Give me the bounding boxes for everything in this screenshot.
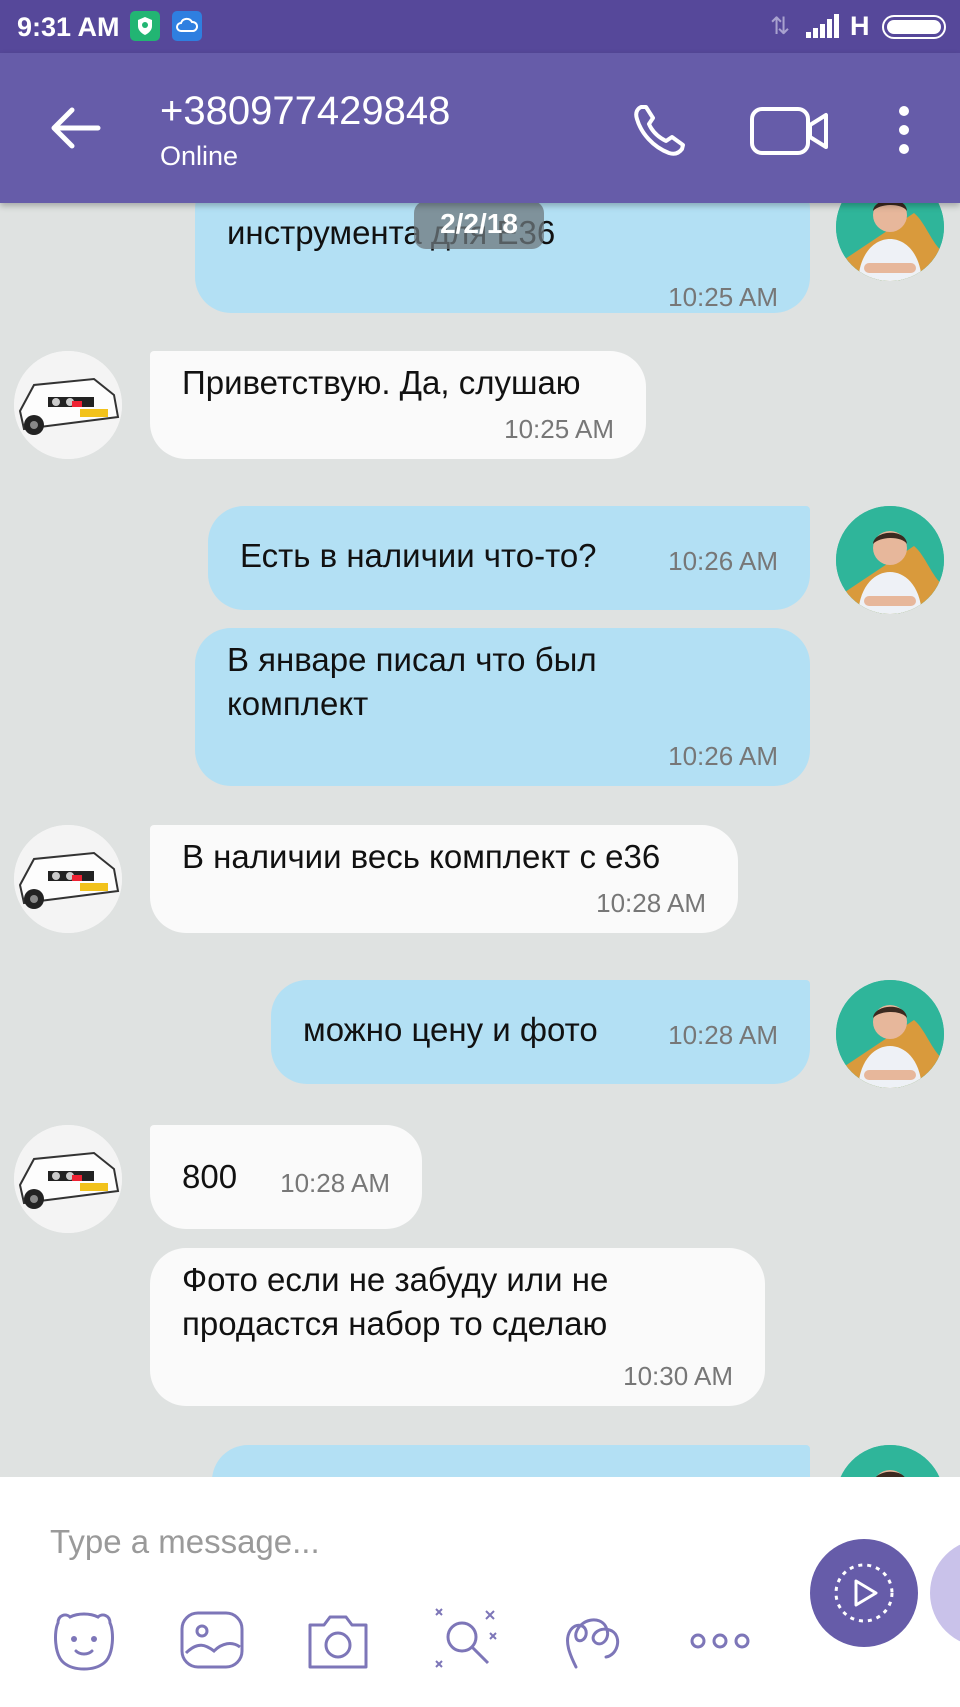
message-text: В январе писал что был комплект: [227, 641, 597, 722]
back-arrow-icon: [51, 107, 101, 149]
status-bar: 9:31 AM ⇅ H: [0, 0, 960, 53]
message-time: 10:26 AM: [668, 546, 778, 576]
camera-button[interactable]: [302, 1605, 374, 1677]
message-time: 10:28 AM: [596, 888, 706, 918]
gallery-button[interactable]: [176, 1605, 248, 1677]
gallery-icon: [180, 1611, 244, 1669]
avatar[interactable]: [14, 1125, 122, 1233]
send-button[interactable]: [810, 1539, 918, 1647]
message-bubble-incoming[interactable]: В наличии весь комплект с е36 10:28 AM: [150, 825, 738, 933]
message-bubble-outgoing[interactable]: В январе писал что был комплект 10:26 AM: [195, 628, 810, 786]
avatar[interactable]: [836, 980, 944, 1088]
user-photo-icon: [836, 203, 944, 281]
more-options-button[interactable]: [884, 95, 924, 165]
data-arrows-icon: ⇅: [770, 13, 791, 40]
doodle-icon: [435, 1608, 497, 1668]
video-call-button[interactable]: [748, 95, 830, 165]
extra-action-button[interactable]: [930, 1539, 960, 1647]
message-bubble-outgoing[interactable]: Есть в наличии что-то? 10:26 AM: [208, 506, 810, 610]
avatar[interactable]: [836, 203, 944, 281]
message-bubble-incoming[interactable]: Приветствую. Да, слушаю 10:25 AM: [150, 351, 646, 459]
sticker-icon: [54, 1612, 114, 1671]
battery-icon: [882, 15, 946, 39]
message-composer: [0, 1477, 960, 1707]
message-text: Есть в наличии что-то?: [240, 537, 597, 574]
message-text: Приветствую. Да, слушаю: [182, 364, 581, 401]
back-button[interactable]: [40, 93, 110, 163]
cloud-icon: [172, 11, 202, 41]
more-vertical-icon: [899, 106, 909, 154]
sticker-button[interactable]: [48, 1605, 120, 1677]
message-time: 10:28 AM: [280, 1168, 390, 1198]
phone-icon: [634, 105, 685, 156]
car-avatar-icon: [14, 825, 122, 933]
gif-button[interactable]: [556, 1605, 628, 1677]
gif-icon: [566, 1618, 620, 1669]
avatar[interactable]: [14, 825, 122, 933]
message-time: 10:30 AM: [623, 1361, 733, 1391]
avatar[interactable]: [14, 351, 122, 459]
car-avatar-icon: [14, 351, 122, 459]
chat-header: +380977429848 Online: [0, 53, 960, 203]
message-bubble-outgoing[interactable]: [212, 1445, 810, 1477]
contact-name[interactable]: +380977429848: [160, 89, 450, 134]
shield-icon: [130, 11, 160, 41]
message-bubble-outgoing[interactable]: можно цену и фото 10:28 AM: [271, 980, 810, 1084]
user-photo-icon: [836, 1445, 944, 1477]
message-bubble-incoming[interactable]: Фото если не забуду или не продастся наб…: [150, 1248, 765, 1406]
message-text: можно цену и фото: [303, 1011, 598, 1048]
message-bubble-incoming[interactable]: 800 10:28 AM: [150, 1125, 422, 1229]
camera-icon: [308, 1615, 368, 1669]
message-text: 800: [182, 1158, 238, 1195]
user-photo-icon: [836, 506, 944, 614]
signal-icon: [806, 14, 842, 43]
more-tools-button[interactable]: [684, 1605, 756, 1677]
video-icon: [750, 107, 828, 155]
message-time: 10:28 AM: [668, 1020, 778, 1050]
send-icon: [834, 1563, 894, 1623]
message-text: В наличии весь комплект с е36: [182, 838, 661, 875]
message-time: 10:26 AM: [668, 741, 778, 771]
doodle-button[interactable]: [430, 1605, 502, 1677]
car-avatar-icon: [14, 1125, 122, 1233]
contact-status: Online: [160, 141, 239, 171]
user-photo-icon: [836, 980, 944, 1088]
date-chip: 2/2/18: [414, 203, 544, 249]
message-time: 10:25 AM: [504, 414, 614, 444]
message-list[interactable]: инструмента для E36 10:25 AM 2/2/18 Прив…: [0, 203, 960, 1477]
more-horizontal-icon: [690, 1633, 750, 1649]
avatar[interactable]: [836, 1445, 944, 1477]
message-time: 10:25 AM: [668, 282, 778, 312]
status-time: 9:31 AM: [17, 12, 120, 42]
message-input[interactable]: [50, 1517, 750, 1567]
avatar[interactable]: [836, 506, 944, 614]
message-text: Фото если не забуду или не продастся наб…: [182, 1261, 609, 1342]
call-button[interactable]: [625, 95, 695, 165]
network-type-label: H: [850, 11, 870, 41]
